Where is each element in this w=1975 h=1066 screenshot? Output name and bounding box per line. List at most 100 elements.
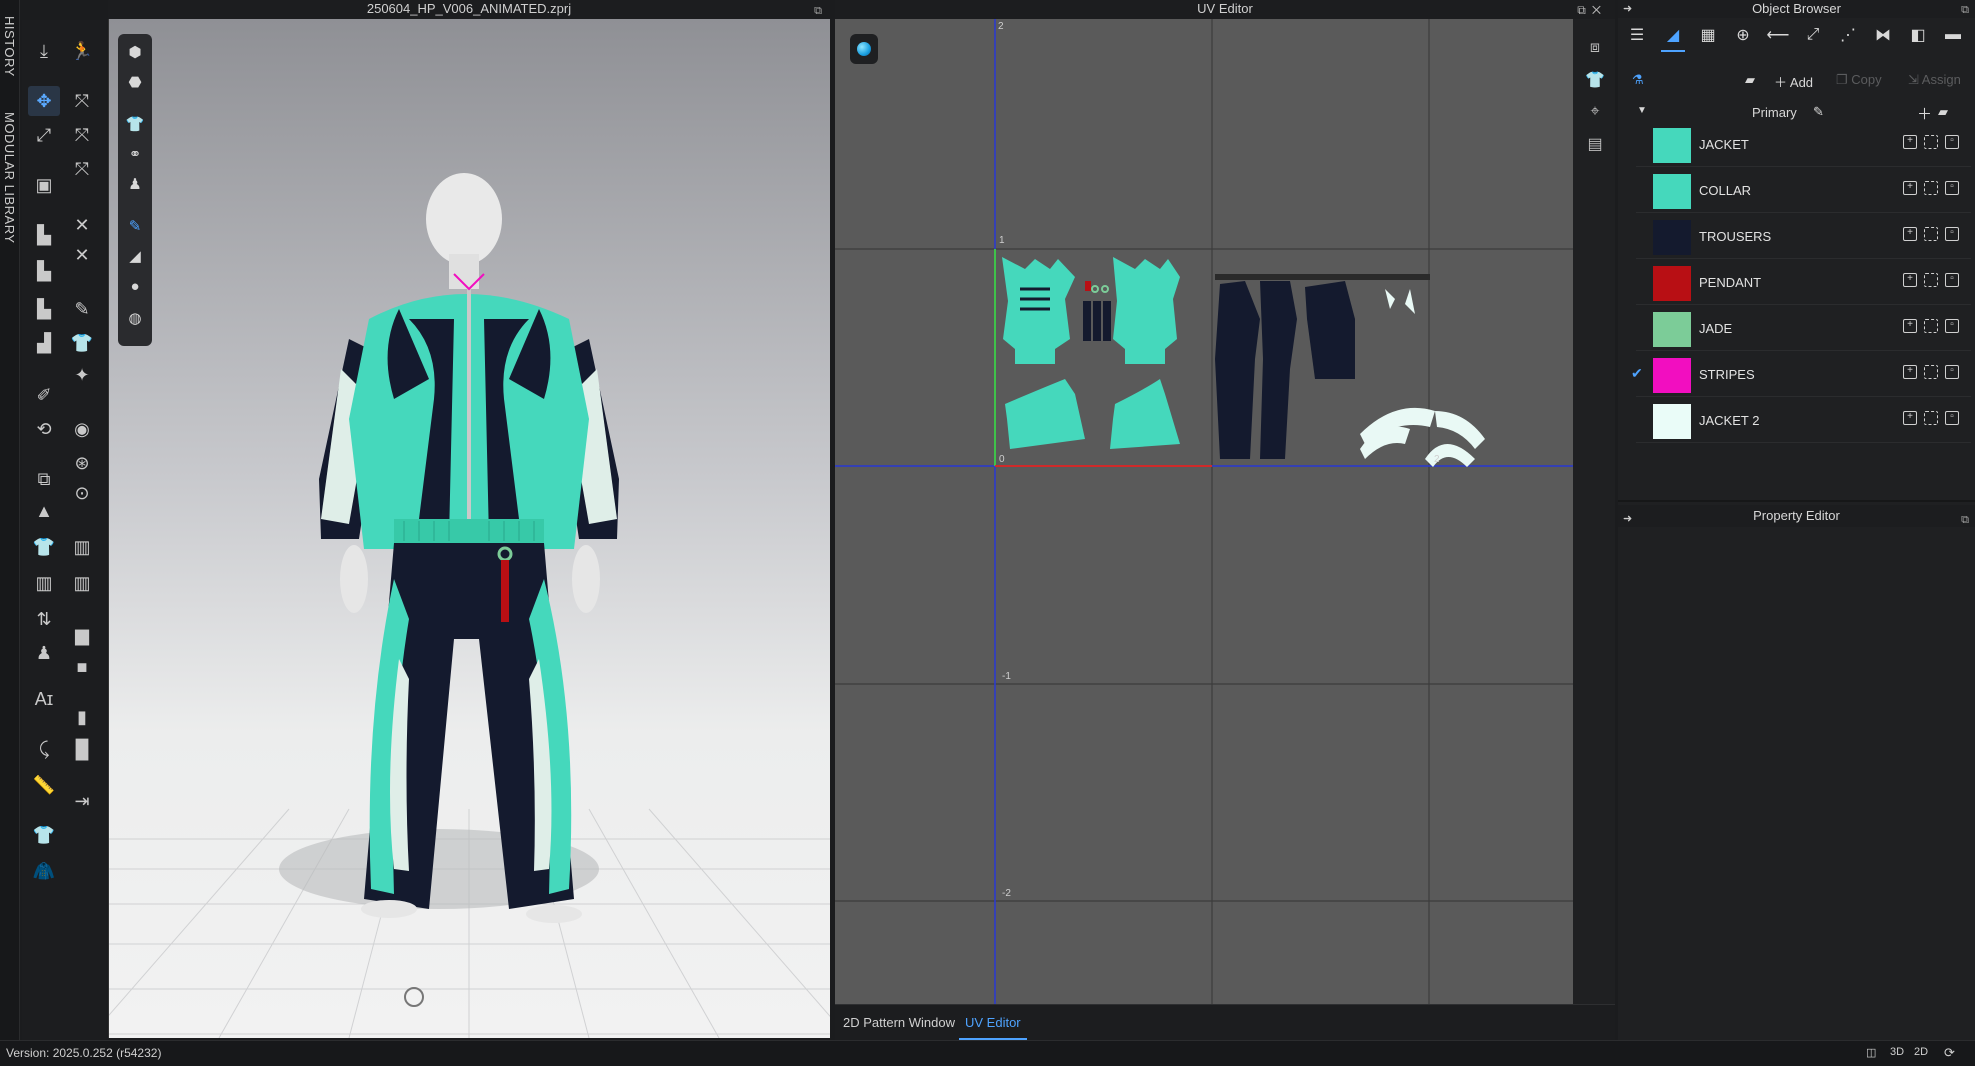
select-patterns-icon[interactable] [1924, 273, 1938, 287]
trim-tool-icon[interactable]: ▲ [28, 496, 60, 526]
fold-icon[interactable]: ✕ [66, 240, 98, 270]
uv-pack-icon[interactable]: ▤ [1582, 131, 1608, 157]
puckering-icon[interactable]: ▥ [66, 532, 98, 562]
filter-icon[interactable]: ⚗ [1632, 72, 1644, 88]
text-tool-icon[interactable]: Aɪ [28, 684, 60, 714]
restore-icon[interactable]: ⧉ [1577, 3, 1592, 17]
fabric-swatch[interactable] [1653, 266, 1691, 301]
environment-icon[interactable]: ◍ [121, 304, 149, 332]
stitch-icon[interactable]: ⋰ [1834, 21, 1862, 49]
measure-icon[interactable]: ▟ [28, 328, 60, 358]
trim-icon[interactable]: ⧓ [1869, 21, 1897, 49]
arrangement-icon[interactable]: ⇅ [28, 604, 60, 634]
expand-fabric-icon[interactable]: + [1903, 319, 1917, 333]
annotation-icon[interactable]: ⇥ [66, 786, 98, 816]
expand-fabric-icon[interactable]: + [1903, 411, 1917, 425]
select-patterns-icon[interactable] [1924, 135, 1938, 149]
refresh-icon[interactable]: ⟳ [1944, 1045, 1955, 1061]
garment-fit-icon[interactable]: ✦ [66, 360, 98, 390]
select-patterns-icon[interactable] [1924, 411, 1938, 425]
tack-icon[interactable]: ✕ [66, 210, 98, 240]
assign-button[interactable]: ⇲ Assign [1908, 72, 1961, 88]
duplicate-icon[interactable]: ▫ [1945, 273, 1959, 287]
view-3d-icon[interactable]: 3D [1890, 1046, 1904, 1058]
ruler-icon[interactable]: 📏 [28, 770, 60, 800]
copy-button[interactable]: ❐ Copy [1836, 72, 1882, 88]
buttonhole-icon[interactable]: ⊛ [66, 448, 98, 478]
expand-arrow-icon[interactable]: ▼ [1637, 105, 1647, 116]
expand-fabric-icon[interactable]: + [1903, 135, 1917, 149]
tab-2d-pattern-window[interactable]: 2D Pattern Window [843, 1015, 955, 1030]
edit-pattern-icon[interactable]: ⤧ [66, 120, 98, 150]
curve-tool-icon[interactable]: ⤹ [28, 734, 60, 764]
fold-arrange-icon[interactable]: ⤧ [66, 86, 98, 116]
light-icon[interactable]: ● [121, 272, 149, 300]
fabric-row[interactable]: JACKET + ▫ [1636, 123, 1971, 167]
graphic-icon[interactable]: ▆ [66, 620, 98, 650]
fabric-row[interactable]: TROUSERS + ▫ [1636, 215, 1971, 259]
button-icon[interactable]: ⊕ [1729, 21, 1757, 49]
fabric-row[interactable]: ✔ STRIPES + ▫ [1631, 353, 1971, 397]
fabric-row[interactable]: JACKET 2 + ▫ [1636, 399, 1971, 443]
fabric-swatch[interactable] [1653, 312, 1691, 347]
fabric-swatch[interactable] [1653, 220, 1691, 255]
select-mesh-icon[interactable]: ▣ [28, 170, 60, 200]
avatar-display-icon[interactable]: ⬣ [121, 68, 149, 96]
avatar-icon[interactable]: ◧ [1904, 21, 1932, 49]
fabric-brush-icon[interactable]: ▙ [28, 294, 60, 324]
close-icon[interactable]: ✕ [1592, 3, 1607, 17]
button-tool-icon[interactable]: ◉ [66, 414, 98, 444]
shirt-tool-icon[interactable]: 👕 [66, 328, 98, 358]
transform-pattern-icon[interactable]: ⤢ [28, 120, 60, 150]
pin-icon[interactable]: ▙ [28, 256, 60, 286]
fabric-row[interactable]: COLLAR + ▫ [1636, 169, 1971, 213]
tab-history[interactable]: HISTORY [2, 16, 17, 77]
stripe-tool-icon[interactable]: ▮ [66, 702, 98, 732]
duplicate-icon[interactable]: ▫ [1945, 181, 1959, 195]
seam-taping-icon[interactable]: ✎ [66, 294, 98, 324]
fabric-swatch[interactable] [1653, 404, 1691, 439]
avatar-show-icon[interactable]: ♟ [121, 170, 149, 198]
add-fabric-icon[interactable]: ＋ [1917, 103, 1932, 124]
select-patterns-icon[interactable] [1924, 181, 1938, 195]
duplicate-icon[interactable]: ▫ [1945, 135, 1959, 149]
texture-paint-icon[interactable]: ✎ [121, 212, 149, 240]
duplicate-icon[interactable]: ▫ [1945, 319, 1959, 333]
move-down-icon[interactable]: ⤓ [28, 36, 60, 66]
restore-icon[interactable]: ⧉ [1961, 509, 1969, 531]
collapse-arrow-icon[interactable]: ➜ [1623, 1, 1632, 18]
group-header[interactable]: ▼ Primary ✎ ＋ ▰ [1625, 103, 1970, 123]
list-icon[interactable]: ☰ [1623, 21, 1651, 49]
texture-icon[interactable]: ▦ [1694, 21, 1722, 49]
zipper-tool-icon[interactable]: ⊙ [66, 478, 98, 508]
duplicate-icon[interactable]: ▫ [1945, 365, 1959, 379]
edit-texture-icon[interactable]: ◢ [121, 242, 149, 270]
pen-icon[interactable]: ✐ [28, 380, 60, 410]
uv-canvas[interactable]: 2 1 0 -1 -2 2 [835, 19, 1573, 1004]
split-view-icon[interactable]: ◫ [1866, 1046, 1876, 1059]
folder-icon[interactable]: ▰ [1745, 72, 1755, 88]
view-2d-icon[interactable]: 2D [1914, 1046, 1928, 1058]
viewport-3d[interactable] [108, 19, 830, 1038]
uv-preview-sphere-button[interactable] [850, 34, 878, 64]
expand-fabric-icon[interactable]: + [1903, 365, 1917, 379]
uv-garment-icon[interactable]: 👕 [1582, 67, 1608, 93]
select-patterns-icon[interactable] [1924, 365, 1938, 379]
image-tool-icon[interactable]: ■ [66, 652, 98, 682]
fabric-row[interactable]: JADE + ▫ [1636, 307, 1971, 351]
shirring-icon[interactable]: ▥ [66, 568, 98, 598]
uv-camera-icon[interactable]: ⧈ [1582, 35, 1608, 61]
sewing-icon[interactable]: 🧥 [28, 856, 60, 886]
texture-edit-icon[interactable]: ⧉ [28, 464, 60, 494]
select-patterns-icon[interactable] [1924, 319, 1938, 333]
avatar-garment-icon[interactable]: 👕 [28, 532, 60, 562]
fabric-icon[interactable]: ◢ [1659, 21, 1687, 52]
render-mode-icon[interactable]: ⬢ [121, 38, 149, 66]
edit-pencil-icon[interactable]: ✎ [1813, 104, 1824, 120]
select-move-icon[interactable]: ✥ [28, 86, 60, 116]
restore-icon[interactable]: ⧉ [814, 2, 822, 20]
fabric-swatch[interactable] [1653, 174, 1691, 209]
folder-add-icon[interactable]: ▰ [1938, 104, 1948, 120]
duplicate-icon[interactable]: ▫ [1945, 411, 1959, 425]
elastic-icon[interactable]: ▥ [28, 568, 60, 598]
